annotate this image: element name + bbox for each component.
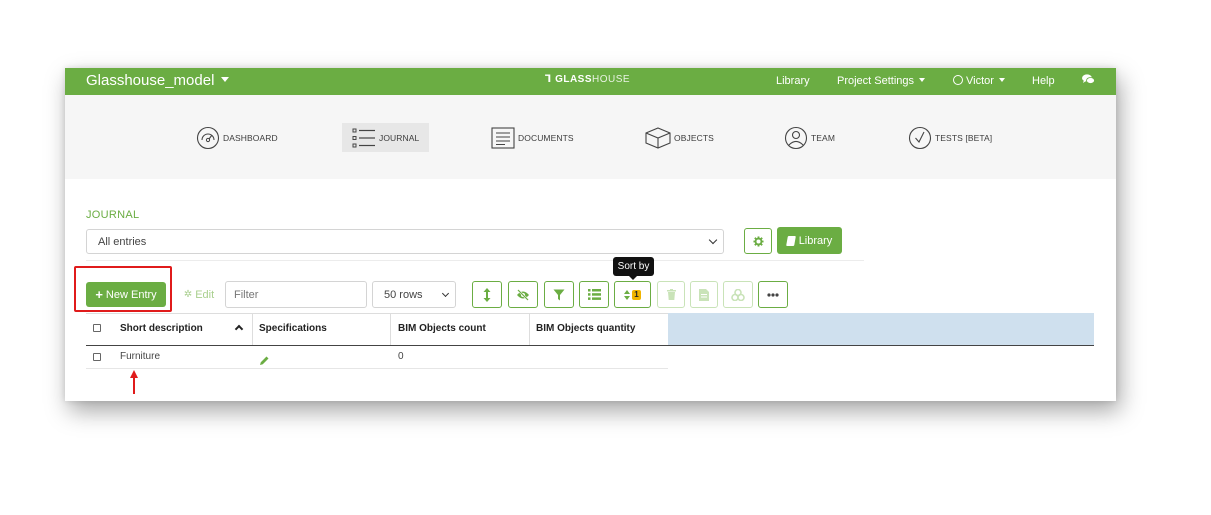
resize-rows-button[interactable] [472, 281, 502, 308]
filter-button[interactable] [544, 281, 574, 308]
user-circle-icon [953, 75, 963, 85]
brand-text-glass: GLASS [555, 74, 593, 85]
page-title: JOURNAL [86, 209, 140, 221]
entries-select[interactable]: All entries [86, 229, 724, 254]
select-all-checkbox[interactable] [93, 324, 101, 332]
module-tests[interactable]: TESTS [BETA] [908, 123, 992, 152]
cube-icon [645, 126, 671, 149]
row-checkbox[interactable] [93, 353, 101, 361]
resize-icon [483, 287, 491, 302]
new-entry-button[interactable]: + New Entry [86, 282, 166, 307]
column-header-specifications[interactable]: Specifications [259, 323, 327, 334]
module-team-label: TEAM [811, 132, 836, 143]
module-documents-label: DOCUMENTS [518, 132, 574, 143]
sort-ascending-icon[interactable] [234, 324, 244, 334]
edit-button[interactable]: ✲ Edit [176, 282, 222, 307]
more-icon [767, 292, 779, 297]
nav-project-settings-label: Project Settings [837, 75, 915, 87]
project-dropdown[interactable]: Glasshouse_model [86, 72, 230, 89]
top-navbar: Glasshouse_model ꓶ GLASSHOUSE Library Pro… [65, 68, 1116, 95]
column-header-bim-quantity[interactable]: BIM Objects quantity [536, 323, 635, 334]
rows-select[interactable]: 50 rows [372, 281, 456, 308]
gear-icon: ✲ [183, 289, 193, 300]
column-separator [390, 313, 391, 345]
annotation-arrow-up [130, 370, 138, 399]
column-separator [252, 313, 253, 345]
caret-down-icon [998, 78, 1005, 82]
sort-tooltip: Sort by [613, 257, 654, 280]
table-header-filler [668, 313, 1094, 345]
brand-text-house: HOUSE [592, 74, 631, 85]
module-journal-label: JOURNAL [379, 132, 420, 143]
new-entry-label: New Entry [105, 288, 157, 301]
list-icon [587, 289, 601, 300]
nav-project-settings[interactable]: Project Settings [837, 75, 926, 87]
column-separator [529, 313, 530, 345]
plus-icon: + [95, 287, 103, 302]
chevron-down-icon [708, 235, 718, 245]
module-objects[interactable]: OBJECTS [645, 123, 714, 152]
edit-label: Edit [195, 288, 215, 301]
chat-icon[interactable] [1082, 74, 1095, 88]
module-tests-label: TESTS [BETA] [935, 132, 993, 143]
list-icon [352, 128, 375, 147]
divider [86, 260, 864, 261]
nav-help[interactable]: Help [1032, 75, 1055, 87]
rows-select-value: 50 rows [384, 289, 423, 301]
settings-button[interactable] [744, 228, 772, 254]
table-header-top-border [86, 313, 668, 314]
hide-columns-button[interactable] [508, 281, 538, 308]
nav-user-label: Victor [966, 75, 994, 87]
book-icon [785, 235, 796, 246]
module-dashboard[interactable]: DASHBOARD [196, 123, 278, 152]
caret-down-icon [221, 77, 230, 82]
sort-icon [624, 289, 630, 300]
nav-library[interactable]: Library [776, 75, 810, 87]
module-team[interactable]: TEAM [784, 123, 835, 152]
chevron-down-icon [441, 289, 450, 298]
entries-select-value: All entries [98, 236, 147, 248]
list-view-button[interactable] [579, 281, 609, 308]
gauge-icon [196, 126, 220, 149]
module-objects-label: OBJECTS [674, 132, 714, 143]
filter-icon [553, 289, 565, 300]
table-header-border [86, 345, 1094, 346]
more-button[interactable] [758, 281, 788, 308]
library-button-label: Library [798, 234, 833, 247]
cell-short-description: Furniture [120, 351, 161, 362]
column-header-bim-count[interactable]: BIM Objects count [398, 323, 486, 334]
user-icon [784, 126, 808, 149]
link-icon [731, 288, 745, 301]
link-objects-button[interactable] [723, 281, 753, 308]
filter-input[interactable] [225, 281, 367, 308]
row-divider [86, 368, 668, 369]
module-journal[interactable]: JOURNAL [342, 123, 430, 152]
document-icon [491, 126, 515, 149]
sort-button[interactable]: 1 [614, 281, 651, 308]
cell-bim-count: 0 [398, 351, 404, 362]
project-name: Glasshouse_model [86, 72, 215, 89]
nav-user-menu[interactable]: Victor [953, 75, 1005, 87]
brand-logo: ꓶ GLASSHOUSE [545, 74, 630, 85]
trash-icon [666, 289, 676, 300]
hide-icon [517, 288, 529, 301]
check-circle-icon [908, 126, 932, 149]
column-header-short-description[interactable]: Short description [120, 323, 203, 334]
module-dashboard-label: DASHBOARD [223, 132, 278, 143]
module-nav: DASHBOARD JOURNAL DOCUMENTS OBJECTS TEAM… [65, 95, 1116, 179]
gear-icon [752, 235, 764, 247]
library-button[interactable]: Library [777, 227, 842, 254]
export-button[interactable] [690, 281, 718, 308]
app-window: Glasshouse_model ꓶ GLASSHOUSE Library Pro… [65, 68, 1116, 401]
delete-button[interactable] [657, 281, 685, 308]
brand-mark: ꓶ [545, 74, 552, 85]
caret-down-icon [919, 78, 926, 82]
file-icon [699, 288, 709, 301]
sort-count-badge: 1 [632, 289, 641, 300]
module-documents[interactable]: DOCUMENTS [491, 123, 574, 152]
